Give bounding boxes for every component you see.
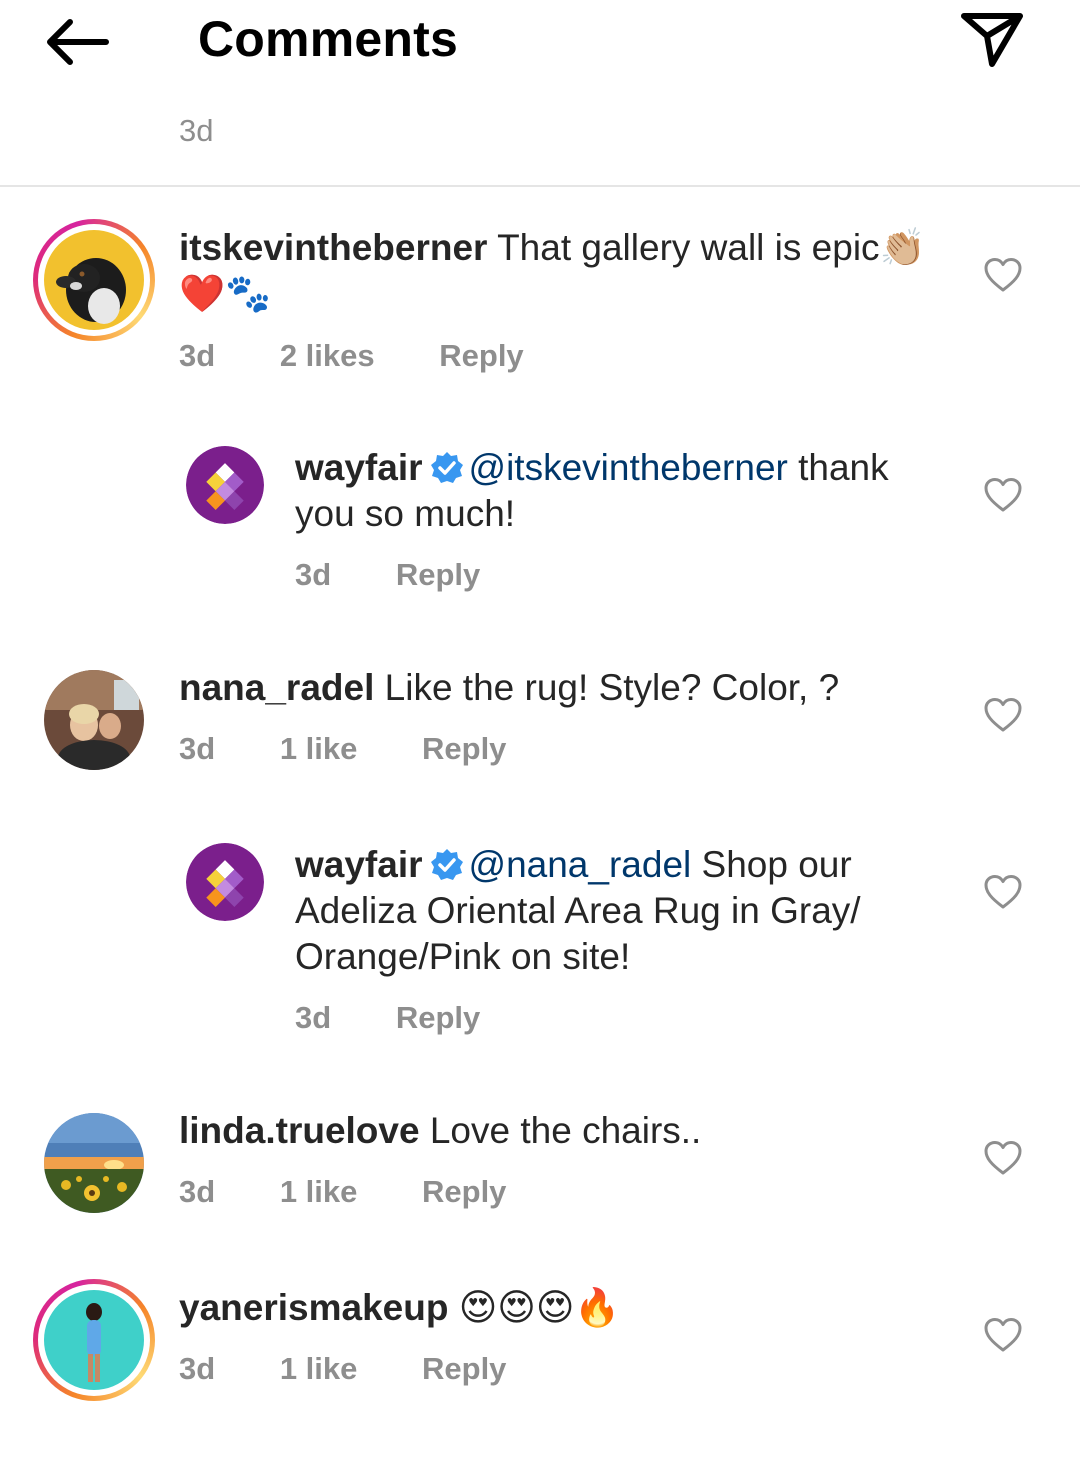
comment-username[interactable]: wayfair [295,844,423,885]
comment-content: That gallery wall is epic [497,227,880,268]
reply-button[interactable]: Reply [396,557,480,593]
person-photo-image [44,1290,144,1390]
reply-button[interactable]: Reply [422,731,506,767]
comment-meta: 3d 2 likes Reply [179,338,524,374]
header: Comments [0,0,1080,86]
comment-text: wayfair @nana_radel Shop our Adeliza Orie… [295,842,935,980]
comment-username[interactable]: yanerismakeup [179,1287,448,1328]
comment-likes-count[interactable]: 2 likes [280,338,375,374]
heart-icon[interactable] [983,697,1023,733]
avatar[interactable] [44,670,144,770]
heart-icon[interactable] [983,1317,1023,1353]
comment-time: 3d [179,1174,216,1209]
reply-button[interactable]: Reply [396,1000,480,1036]
heart-icon[interactable] [983,257,1023,293]
page-title: Comments [198,11,458,67]
comment-likes-count[interactable]: 1 like [280,731,358,767]
wayfair-logo-icon [186,446,264,524]
avatar[interactable] [186,446,264,524]
wayfair-logo-icon [186,843,264,921]
comment-content: Love the chairs.. [429,1110,702,1151]
caption-timestamp: 3d [179,113,214,148]
arrow-left-icon[interactable] [40,12,112,72]
comment-content: Like the rug! Style? Color, ? [384,667,840,708]
caption-divider [0,185,1080,187]
comment-text: nana_radel Like the rug! Style? Color, ? [179,665,949,711]
verified-badge-icon [430,452,463,483]
comment-text: wayfair @itskevintheberner thank you so m… [295,445,945,537]
avatar[interactable] [33,1279,155,1401]
avatar[interactable] [33,219,155,341]
person-photo-image [44,670,144,770]
dog-avatar-image [44,230,144,330]
paper-plane-icon[interactable] [956,8,1028,72]
comment-meta: 3d 1 like Reply [179,731,506,767]
comment-username[interactable]: linda.truelove [179,1110,420,1151]
comment-text: itskevintheberner That gallery wall is e… [179,225,949,317]
comment-likes-count[interactable]: 1 like [280,1174,358,1210]
heart-icon[interactable] [983,1140,1023,1176]
comment-meta: 3d Reply [295,1000,480,1036]
comment-time: 3d [295,1000,332,1035]
comment-time: 3d [179,338,216,373]
comment-text: linda.truelove Love the chairs.. [179,1108,949,1154]
comment-emoji: 😍😍😍🔥 [458,1286,621,1329]
avatar[interactable] [186,843,264,921]
heart-icon[interactable] [983,874,1023,910]
avatar[interactable] [44,1113,144,1213]
mention-link[interactable]: @itskevintheberner [469,447,788,488]
comment-time: 3d [295,557,332,592]
comment-meta: 3d Reply [295,557,480,593]
verified-badge-icon [430,849,463,880]
comment-username[interactable]: wayfair [295,447,423,488]
comment-meta: 3d 1 like Reply [179,1174,506,1210]
comment-likes-count[interactable]: 1 like [280,1351,358,1387]
comment-time: 3d [179,1351,216,1386]
mention-link[interactable]: @nana_radel [469,844,692,885]
comment-time: 3d [179,731,216,766]
comment-text: yanerismakeup 😍😍😍🔥 [179,1285,949,1331]
comments-screen: Comments 3d itskevintheberner That galle… [0,0,1080,1468]
heart-icon[interactable] [983,477,1023,513]
comment-username[interactable]: nana_radel [179,667,374,708]
reply-button[interactable]: Reply [422,1174,506,1210]
sunflower-photo-image [44,1113,144,1213]
comment-username[interactable]: itskevintheberner [179,227,487,268]
reply-button[interactable]: Reply [439,338,523,374]
reply-button[interactable]: Reply [422,1351,506,1387]
comment-meta: 3d 1 like Reply [179,1351,506,1387]
